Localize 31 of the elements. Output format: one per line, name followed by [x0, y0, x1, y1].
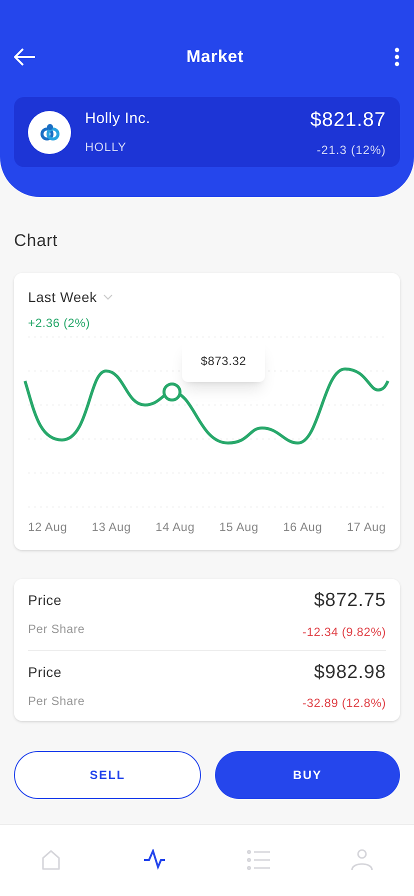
x-axis-label: 14 Aug [156, 518, 195, 536]
data-point-marker[interactable] [162, 382, 182, 401]
stock-change: -21.3 (12%) [316, 142, 386, 159]
buy-button[interactable]: BUY [215, 750, 400, 798]
period-change: +2.36 (2%) [27, 314, 92, 332]
stock-name: Holly Inc. [85, 108, 150, 129]
price-value: $872.75 [314, 589, 386, 614]
page-title: Market [186, 46, 244, 68]
x-axis-label: 12 Aug [28, 518, 68, 536]
back-arrow-icon[interactable] [14, 48, 36, 66]
x-axis-label: 15 Aug [219, 518, 258, 536]
period-dropdown[interactable]: Last Week [28, 286, 98, 308]
price-label: Price [28, 591, 63, 610]
price-change: -32.89 (12.8%) [302, 695, 386, 712]
x-axis-label: 17 Aug [346, 518, 386, 536]
price-change: -12.34 (9.82%) [302, 624, 386, 641]
logo-icon [28, 110, 71, 154]
section-title: Chart [14, 230, 59, 252]
x-axis-label: 13 Aug [92, 518, 131, 536]
price-sublabel: Per Share [28, 621, 85, 638]
price-sublabel: Per Share [28, 692, 85, 710]
x-axis-label: 16 Aug [283, 518, 322, 536]
sell-button[interactable]: SELL [14, 750, 201, 798]
stock-ticker: HOLLY [85, 139, 128, 156]
stock-price: $821.87 [310, 108, 386, 133]
price-tooltip: $873.32 [182, 340, 265, 382]
pulse-icon[interactable] [143, 848, 168, 872]
price-label: Price [28, 662, 63, 682]
more-menu-icon[interactable] [394, 47, 400, 67]
chevron-down-icon[interactable] [103, 294, 114, 300]
price-value: $982.98 [314, 660, 386, 685]
